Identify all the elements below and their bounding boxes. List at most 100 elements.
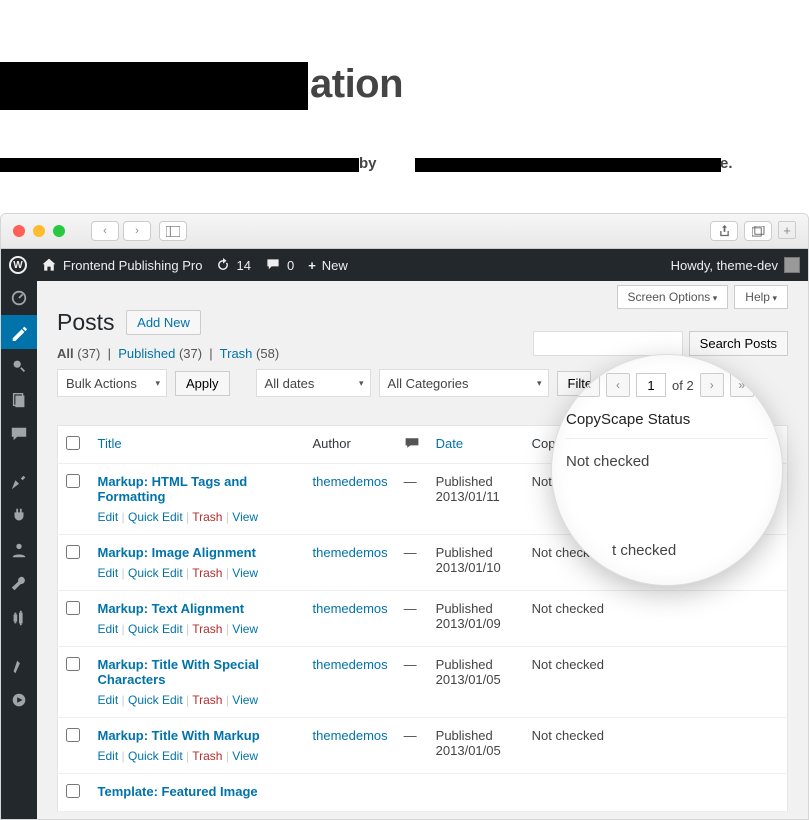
screen-options-button[interactable]: Screen Options bbox=[617, 285, 729, 309]
date-cell: Published2013/01/05 bbox=[428, 647, 524, 718]
table-row: Template: Featured Image bbox=[58, 774, 788, 812]
sidebar-item-posts[interactable] bbox=[1, 315, 37, 349]
date-cell bbox=[428, 774, 524, 812]
copyscape-cell: Not checked bbox=[524, 591, 788, 647]
bulk-actions-select[interactable]: Bulk Actions bbox=[57, 369, 167, 397]
col-date[interactable]: Date bbox=[436, 436, 463, 451]
comment-count-cell: — bbox=[396, 464, 428, 535]
hero-subtitle-mid: by bbox=[359, 155, 377, 172]
row-checkbox[interactable] bbox=[66, 657, 80, 671]
author-link[interactable]: themedemos bbox=[313, 601, 388, 616]
view-link[interactable]: View bbox=[232, 749, 258, 763]
hero-header: ation by e. bbox=[0, 0, 809, 50]
share-button[interactable] bbox=[710, 221, 738, 241]
maximize-window-button[interactable] bbox=[53, 225, 65, 237]
author-link[interactable]: themedemos bbox=[313, 545, 388, 560]
view-link[interactable]: View bbox=[232, 693, 258, 707]
new-content-link[interactable]: + New bbox=[308, 258, 348, 273]
view-link[interactable]: View bbox=[232, 566, 258, 580]
trash-link[interactable]: Trash bbox=[192, 510, 222, 524]
page-title: Posts bbox=[57, 309, 115, 336]
row-checkbox[interactable] bbox=[66, 784, 80, 798]
help-button[interactable]: Help bbox=[734, 285, 788, 309]
view-link[interactable]: View bbox=[232, 622, 258, 636]
site-name-link[interactable]: Frontend Publishing Pro bbox=[41, 257, 202, 273]
close-window-button[interactable] bbox=[13, 225, 25, 237]
quick-edit-link[interactable]: Quick Edit bbox=[128, 510, 183, 524]
sidebar-item-dashboard[interactable] bbox=[1, 281, 37, 315]
update-count: 14 bbox=[236, 258, 250, 273]
row-checkbox[interactable] bbox=[66, 601, 80, 615]
post-title-link[interactable]: Markup: Image Alignment bbox=[98, 545, 256, 560]
date-cell: Published2013/01/10 bbox=[428, 535, 524, 591]
col-title[interactable]: Title bbox=[98, 436, 122, 451]
next-page-button[interactable]: › bbox=[700, 373, 724, 397]
updates-link[interactable]: 14 bbox=[216, 258, 250, 273]
user-menu[interactable]: Howdy, theme-dev bbox=[671, 257, 800, 273]
forward-button[interactable]: › bbox=[123, 221, 151, 241]
add-new-button[interactable]: Add New bbox=[126, 310, 201, 335]
sidebar-item-tools[interactable] bbox=[1, 567, 37, 601]
new-tab-button[interactable]: + bbox=[778, 221, 796, 239]
sidebar-item-custom2[interactable] bbox=[1, 683, 37, 717]
author-link[interactable]: themedemos bbox=[313, 657, 388, 672]
tabs-button[interactable] bbox=[744, 221, 772, 241]
zoom-lens: « ‹ of 2 › » CopyScape Status Not checke… bbox=[552, 355, 782, 585]
row-checkbox[interactable] bbox=[66, 474, 80, 488]
post-title-link[interactable]: Markup: Text Alignment bbox=[98, 601, 245, 616]
view-link[interactable]: View bbox=[232, 510, 258, 524]
sidebar-item-custom1[interactable] bbox=[1, 649, 37, 683]
trash-link[interactable]: Trash bbox=[192, 622, 222, 636]
author-link[interactable]: themedemos bbox=[313, 474, 388, 489]
view-all[interactable]: All bbox=[57, 346, 74, 361]
quick-edit-link[interactable]: Quick Edit bbox=[128, 622, 183, 636]
category-filter-select[interactable]: All Categories bbox=[379, 369, 549, 397]
edit-link[interactable]: Edit bbox=[98, 622, 119, 636]
redaction-bar bbox=[0, 62, 308, 110]
date-filter-select[interactable]: All dates bbox=[256, 369, 371, 397]
edit-link[interactable]: Edit bbox=[98, 566, 119, 580]
prev-page-button[interactable]: ‹ bbox=[606, 373, 630, 397]
table-row: Markup: Text Alignment Edit Quick Edit Tras… bbox=[58, 591, 788, 647]
quick-edit-link[interactable]: Quick Edit bbox=[128, 749, 183, 763]
comment-count-cell: — bbox=[396, 591, 428, 647]
search-input[interactable] bbox=[533, 331, 683, 356]
sidebar-item-appearance[interactable] bbox=[1, 465, 37, 499]
sidebar-item-plugins[interactable] bbox=[1, 499, 37, 533]
sidebar-item-settings[interactable] bbox=[1, 601, 37, 635]
view-published[interactable]: Published (37) bbox=[118, 346, 202, 361]
quick-edit-link[interactable]: Quick Edit bbox=[128, 693, 183, 707]
sidebar-toggle-button[interactable] bbox=[159, 221, 187, 241]
comments-link[interactable]: 0 bbox=[265, 258, 294, 273]
edit-link[interactable]: Edit bbox=[98, 510, 119, 524]
apply-button[interactable]: Apply bbox=[175, 371, 230, 396]
edit-link[interactable]: Edit bbox=[98, 693, 119, 707]
view-trash[interactable]: Trash (58) bbox=[220, 346, 280, 361]
edit-link[interactable]: Edit bbox=[98, 749, 119, 763]
table-row: Markup: Title With Markup Edit Quick Edit T… bbox=[58, 718, 788, 774]
trash-link[interactable]: Trash bbox=[192, 566, 222, 580]
post-title-link[interactable]: Template: Featured Image bbox=[98, 784, 258, 799]
current-page-input[interactable] bbox=[636, 373, 666, 397]
minimize-window-button[interactable] bbox=[33, 225, 45, 237]
sidebar-item-comments[interactable] bbox=[1, 417, 37, 451]
select-all-checkbox[interactable] bbox=[66, 436, 80, 450]
comment-count-cell: — bbox=[396, 647, 428, 718]
wp-logo[interactable]: W bbox=[9, 256, 27, 274]
sidebar-item-users[interactable] bbox=[1, 533, 37, 567]
search-posts-button[interactable]: Search Posts bbox=[689, 331, 788, 356]
sidebar-item-pages[interactable] bbox=[1, 383, 37, 417]
home-icon bbox=[41, 257, 57, 273]
trash-link[interactable]: Trash bbox=[192, 749, 222, 763]
row-checkbox[interactable] bbox=[66, 545, 80, 559]
back-button[interactable]: ‹ bbox=[91, 221, 119, 241]
post-title-link[interactable]: Markup: HTML Tags and Formatting bbox=[98, 474, 248, 504]
post-title-link[interactable]: Markup: Title With Special Characters bbox=[98, 657, 259, 687]
post-title-link[interactable]: Markup: Title With Markup bbox=[98, 728, 260, 743]
row-checkbox[interactable] bbox=[66, 728, 80, 742]
new-label: New bbox=[322, 258, 348, 273]
quick-edit-link[interactable]: Quick Edit bbox=[128, 566, 183, 580]
trash-link[interactable]: Trash bbox=[192, 693, 222, 707]
author-link[interactable]: themedemos bbox=[313, 728, 388, 743]
sidebar-item-media[interactable] bbox=[1, 349, 37, 383]
